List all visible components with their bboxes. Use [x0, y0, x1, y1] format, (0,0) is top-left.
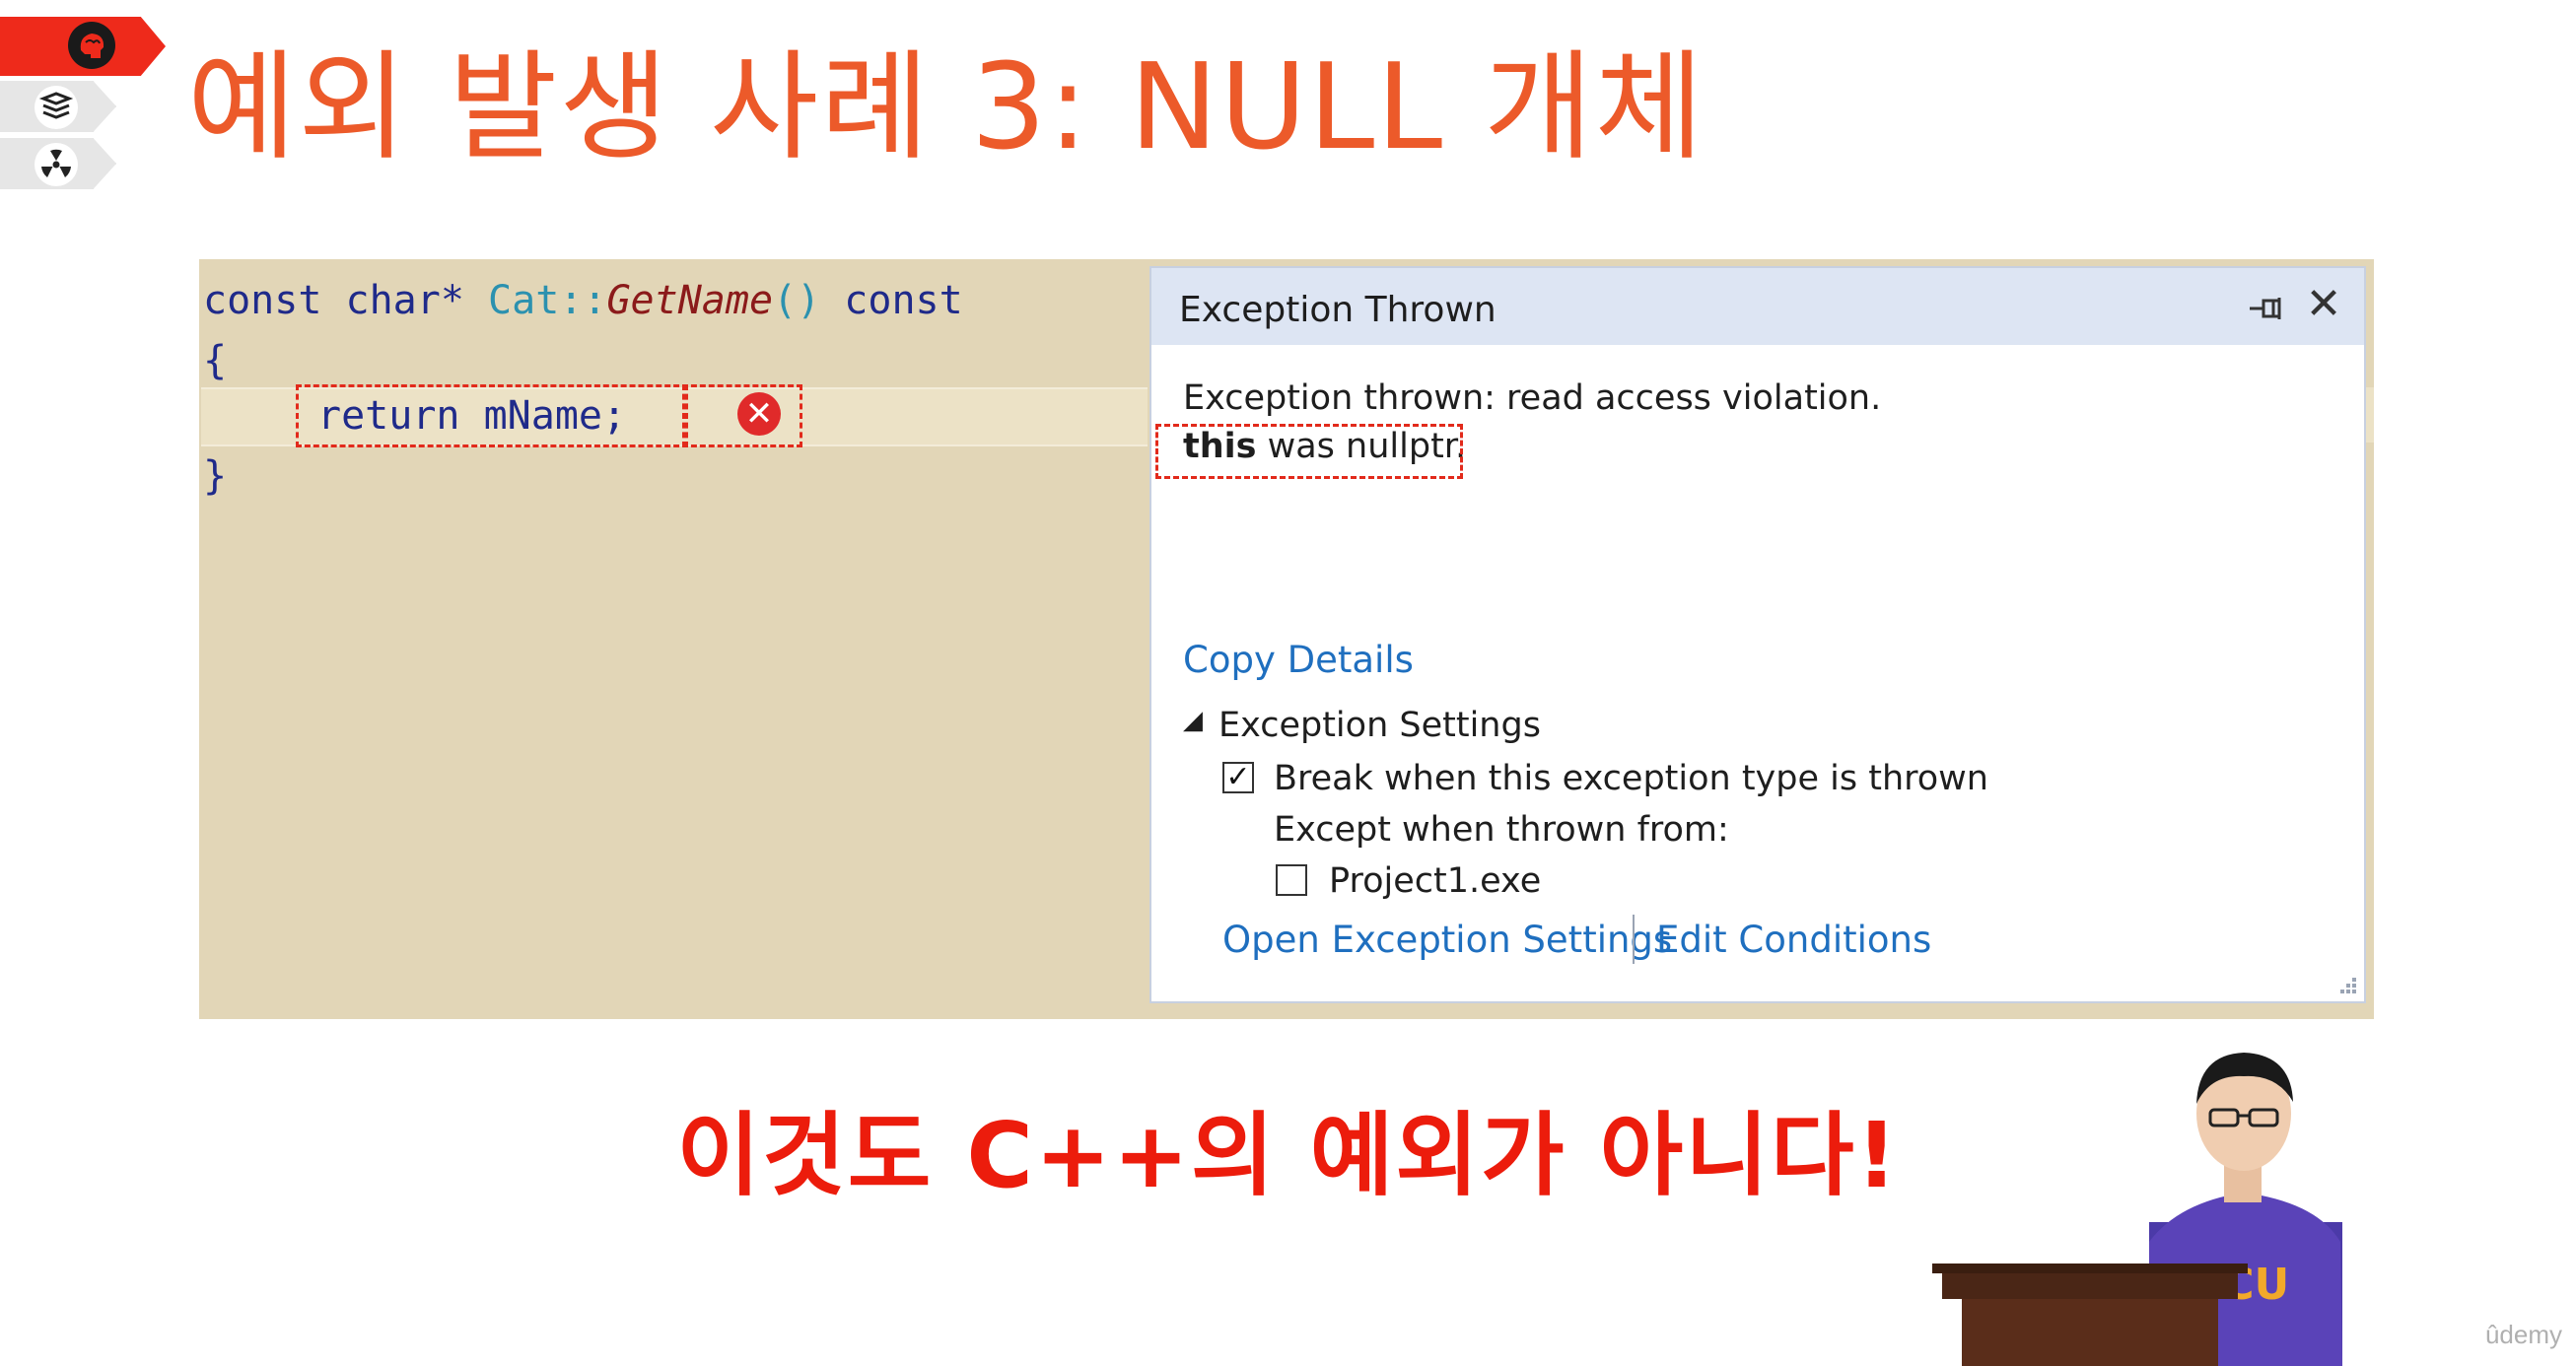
exception-popup-header: Exception Thrown ✕: [1151, 268, 2364, 345]
code-line-signature: const char* Cat::GetName() const: [203, 281, 963, 320]
open-exception-settings-link[interactable]: Open Exception Settings: [1222, 919, 1672, 961]
exception-popup: Exception Thrown ✕ Exception thrown: rea…: [1149, 266, 2366, 1003]
project-label: Project1.exe: [1329, 861, 1542, 901]
pin-icon[interactable]: [2248, 292, 2287, 325]
close-icon[interactable]: ✕: [2301, 282, 2346, 327]
code-type-char: char*: [345, 278, 464, 323]
code-function-name: GetName: [606, 278, 774, 323]
project-checkbox[interactable]: [1276, 864, 1307, 896]
except-label: Except when thrown from:: [1274, 810, 1729, 850]
break-checkbox[interactable]: ✓: [1222, 762, 1254, 793]
exception-settings-header[interactable]: Exception Settings: [1218, 706, 1541, 745]
break-label: Break when this exception type is thrown: [1274, 759, 1988, 798]
presenter-video: PCU: [1932, 1053, 2342, 1366]
watermark: ûdemy: [2484, 1320, 2562, 1349]
radiation-icon: [34, 142, 79, 187]
exception-popup-title: Exception Thrown: [1179, 290, 1497, 330]
code-line-close-brace: }: [203, 453, 228, 499]
slide-title: 예외 발생 사례 3: NULL 개체: [187, 39, 1706, 176]
error-icon: ✕: [737, 392, 781, 436]
code-keyword-const-2: const: [844, 278, 963, 323]
exception-message: Exception thrown: read access violation.: [1183, 378, 1882, 418]
code-class-scope: Cat::: [488, 278, 607, 323]
copy-details-link[interactable]: Copy Details: [1183, 639, 1414, 681]
collapse-triangle-icon[interactable]: ◢: [1183, 706, 1203, 735]
nullptr-highlight: [1155, 424, 1463, 479]
books-icon: [34, 85, 79, 130]
link-separator: [1633, 915, 1635, 964]
brain-icon: [67, 21, 116, 70]
return-statement-highlight: [296, 384, 688, 447]
resize-grip-icon[interactable]: [2329, 966, 2358, 995]
edit-conditions-link[interactable]: Edit Conditions: [1656, 919, 1931, 961]
code-line-open-brace: {: [203, 338, 228, 383]
code-keyword-const: const: [203, 278, 322, 323]
code-parens: (): [773, 278, 821, 323]
